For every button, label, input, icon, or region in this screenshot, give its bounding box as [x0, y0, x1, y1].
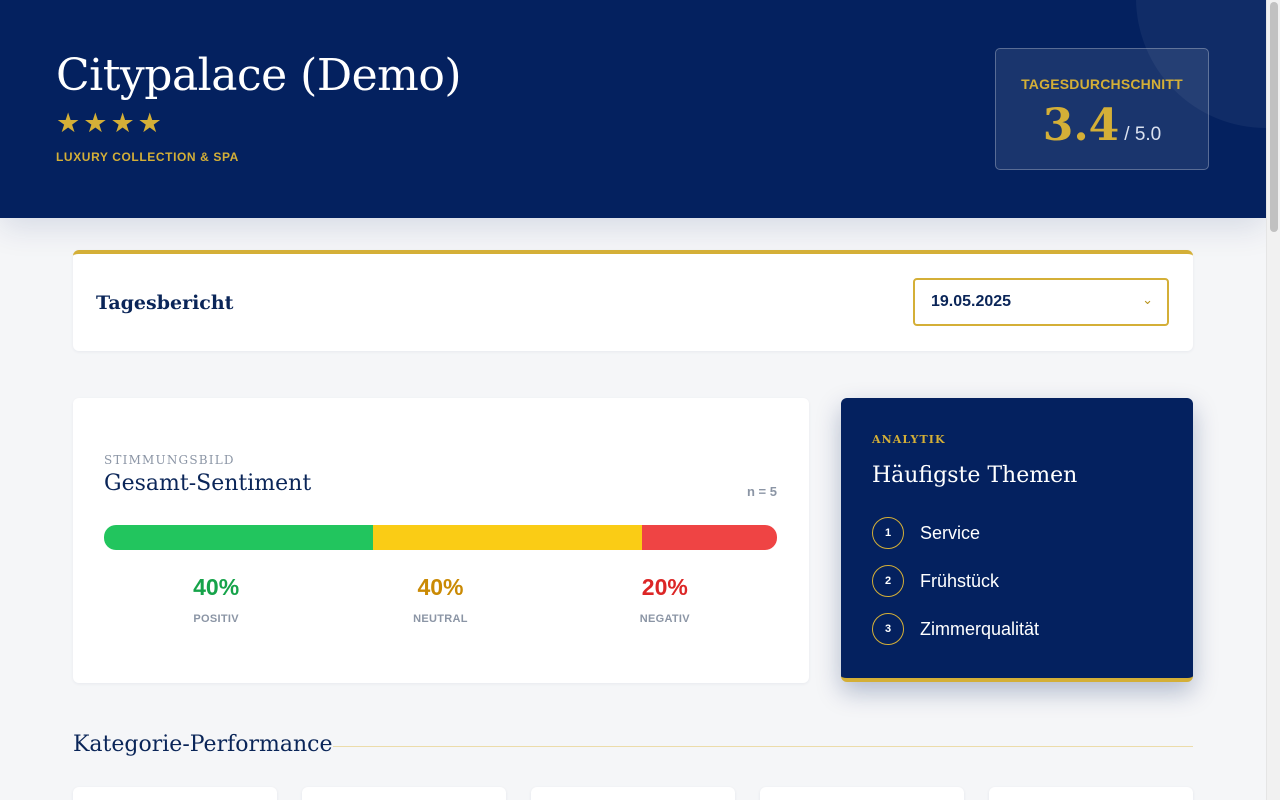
category-card	[989, 787, 1193, 800]
star-icon: ★	[56, 108, 81, 139]
topic-item: 2 Frühstück	[872, 565, 999, 597]
star-icon: ★	[83, 108, 108, 139]
topic-item: 1 Service	[872, 517, 980, 549]
sentiment-overline: STIMMUNGSBILD	[104, 453, 235, 467]
daily-average-max: / 5.0	[1124, 124, 1162, 145]
date-select-value: 19.05.2025	[931, 293, 1012, 310]
star-icon: ★	[137, 108, 162, 139]
daily-average-box: TAGESDURCHSCHNITT 3.4 / 5.0	[995, 48, 1209, 170]
sentiment-caption: POSITIV	[193, 613, 239, 625]
topic-label: Service	[920, 522, 981, 543]
sentiment-percent: 40%	[193, 574, 240, 600]
chevron-down-icon: ⌄	[1142, 293, 1153, 308]
sentiment-bar-neutral	[373, 525, 643, 550]
hotel-header: Citypalace (Demo) ★ ★ ★ ★ LUXURY COLLECT…	[0, 0, 1266, 218]
star-rating: ★ ★ ★ ★	[56, 109, 162, 139]
sentiment-percent: 20%	[641, 574, 688, 600]
sentiment-bar-positive	[104, 525, 374, 550]
category-card	[302, 787, 506, 800]
page-scrollbar[interactable]	[1266, 0, 1280, 800]
sentiment-sample-count: n = 5	[747, 484, 777, 499]
hotel-subtitle: LUXURY COLLECTION & SPA	[56, 150, 239, 164]
star-icon: ★	[110, 108, 135, 139]
sentiment-stats: 40% POSITIV 40% NEUTRAL 20% NEGATIV	[104, 573, 777, 625]
topic-rank-badge: 3	[872, 613, 904, 645]
topics-title: Häufigste Themen	[872, 463, 1078, 488]
sentiment-card: STIMMUNGSBILD Gesamt-Sentiment n = 5 40%…	[73, 398, 809, 683]
daily-report-card: Tagesbericht 19.05.2025 ⌄	[73, 250, 1193, 351]
category-cards	[73, 787, 1193, 800]
sentiment-stat-positive: 40% POSITIV	[136, 573, 296, 625]
topic-label: Zimmerqualität	[920, 618, 1040, 639]
topic-rank-badge: 1	[872, 517, 904, 549]
sentiment-percent: 40%	[417, 574, 464, 600]
daily-average-row: 3.4 / 5.0	[996, 102, 1208, 150]
sentiment-stat-neutral: 40% NEUTRAL	[360, 573, 520, 625]
category-performance-title: Kategorie-Performance	[73, 732, 333, 757]
sentiment-caption: NEGATIV	[639, 613, 690, 625]
topic-rank-badge: 2	[872, 565, 904, 597]
topic-label: Frühstück	[920, 570, 1000, 591]
date-select[interactable]: 19.05.2025 ⌄	[913, 278, 1169, 326]
sentiment-bar-negative	[642, 525, 777, 550]
sentiment-title: Gesamt-Sentiment	[104, 471, 312, 496]
topics-overline: ANALYTIK	[872, 433, 946, 446]
sentiment-bar	[104, 525, 777, 550]
category-card	[73, 787, 277, 800]
hotel-name: Citypalace (Demo)	[56, 50, 462, 101]
top-topics-card: ANALYTIK Häufigste Themen 1 Service 2 Fr…	[841, 398, 1193, 682]
scrollbar-thumb[interactable]	[1270, 2, 1278, 232]
category-card	[760, 787, 964, 800]
daily-average-value: 3.4	[1042, 100, 1120, 151]
sentiment-caption: NEUTRAL	[413, 613, 468, 625]
category-card	[531, 787, 735, 800]
section-divider	[333, 746, 1193, 747]
daily-average-label: TAGESDURCHSCHNITT	[1021, 76, 1183, 92]
daily-report-title: Tagesbericht	[96, 292, 234, 314]
sentiment-stat-negative: 20% NEGATIV	[585, 573, 745, 625]
topic-item: 3 Zimmerqualität	[872, 613, 1039, 645]
